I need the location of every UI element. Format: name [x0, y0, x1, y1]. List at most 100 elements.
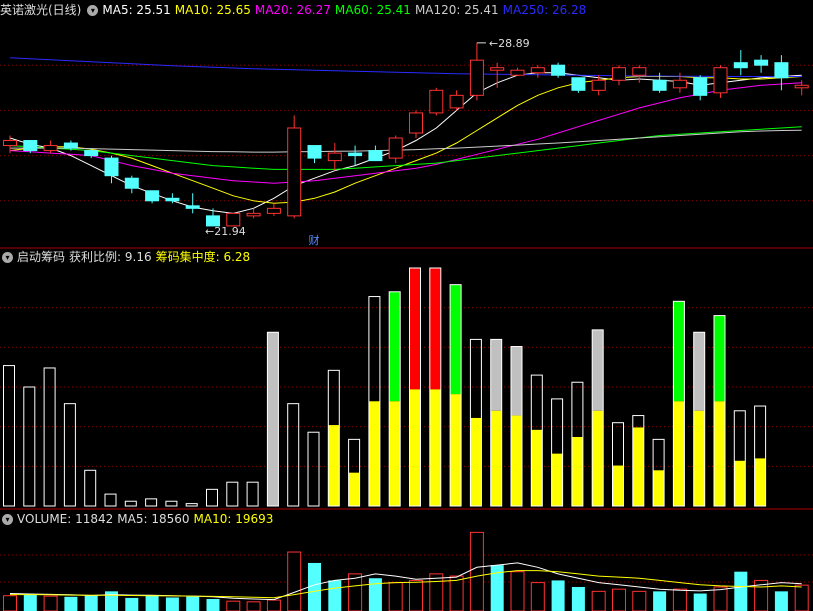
candle — [794, 84, 809, 89]
volume-bar-up — [794, 584, 809, 611]
stock-title: 英诺激光(日线) — [0, 3, 82, 17]
ma-line-ma20 — [9, 82, 802, 184]
candle — [429, 89, 444, 114]
chip-bar — [246, 481, 259, 507]
volume-bar-up — [469, 531, 484, 611]
chip-legend-group: 启动筹码 获利比例: 9.16 筹码集中度: 6.28 — [17, 250, 254, 264]
chip-bar — [84, 469, 97, 507]
volume-bar-down — [186, 596, 200, 611]
low-label: ←21.94 — [205, 225, 246, 238]
volume-bar-down — [23, 594, 37, 611]
candle — [266, 207, 281, 214]
ma-legend-item-1: MA10: 25.65 — [174, 3, 251, 17]
candle — [612, 67, 626, 81]
candle — [713, 67, 728, 94]
candle — [571, 77, 586, 91]
chip-bar — [104, 493, 117, 507]
chip-legend-item-1: 获利比例: 9.16 — [69, 250, 152, 264]
volume-legend: ▾ VOLUME: 11842 MA5: 18560 MA10: 19693 — [0, 509, 281, 529]
high-label: ←28.89 — [489, 37, 530, 50]
volume-bar-up — [632, 590, 647, 611]
chip-bar-yellow — [531, 429, 543, 506]
volume-bar-up — [612, 588, 626, 611]
candle — [774, 62, 789, 79]
candle — [3, 140, 17, 147]
volume-legend-item-2: MA10: 19693 — [193, 512, 274, 526]
volume-bar-down — [64, 596, 78, 611]
ma-line-ma250 — [9, 57, 802, 77]
volume-bar-up — [713, 586, 728, 611]
chip-bar-yellow — [490, 410, 502, 506]
candle — [490, 67, 505, 71]
candle — [43, 145, 58, 152]
chip-bar-yellow — [450, 394, 462, 506]
candle — [551, 64, 566, 76]
candle — [84, 150, 99, 157]
chip-bar-green — [673, 301, 685, 402]
volume-legend-item-0: VOLUME: 11842 — [17, 512, 114, 526]
chip-bar-green — [389, 291, 401, 402]
volume-bar-up — [287, 551, 302, 611]
volume-bar-down — [734, 571, 748, 611]
volume-bar-down — [328, 580, 342, 611]
candle — [23, 140, 38, 152]
candle — [124, 177, 139, 189]
volume-bar-down — [693, 593, 707, 611]
chip-bar — [206, 488, 218, 507]
chip-bar — [23, 386, 36, 507]
candle — [672, 79, 687, 89]
chip-bar — [43, 367, 56, 507]
chip-bar-red — [409, 268, 421, 390]
volume-bar-up — [672, 588, 687, 611]
volume-bar-down — [653, 591, 667, 611]
volume-bar-down — [165, 597, 179, 611]
candle — [185, 205, 200, 209]
candle — [165, 197, 180, 202]
volume-bar-up — [449, 575, 464, 611]
chip-bar-yellow — [571, 436, 583, 506]
chip-bar-yellow — [612, 465, 624, 506]
price-legend: 英诺激光(日线) ▾ MA5: 25.51 MA10: 25.65 MA20: 26.2… — [0, 0, 594, 20]
chevron-down-icon[interactable]: ▾ — [2, 514, 13, 525]
chip-bar — [124, 500, 137, 507]
volume-legend-group: VOLUME: 11842 MA5: 18560 MA10: 19693 — [17, 512, 277, 526]
chip-bar-yellow — [328, 425, 340, 506]
chip-bar-yellow — [734, 460, 746, 506]
chip-legend-item-2: 筹码集中度: 6.28 — [155, 250, 251, 264]
candle — [388, 137, 403, 159]
chevron-down-icon[interactable]: ▾ — [87, 5, 99, 16]
chip-bar-yellow — [368, 401, 380, 506]
chip-legend: ▾ 启动筹码 获利比例: 9.16 筹码集中度: 6.28 — [0, 247, 258, 267]
volume-bar-up — [429, 573, 444, 611]
chip-bar — [63, 403, 76, 507]
chevron-down-icon[interactable]: ▾ — [2, 252, 13, 263]
chip-bar — [185, 503, 198, 507]
volume-bar-up — [510, 571, 525, 611]
candle — [145, 190, 160, 202]
chip-bar — [145, 498, 158, 507]
volume-bar-down — [206, 598, 220, 611]
volume-bar-up — [348, 573, 363, 611]
candle — [348, 152, 363, 157]
candle — [510, 69, 525, 76]
chip-bar-yellow — [653, 470, 665, 506]
candle — [327, 152, 342, 162]
chip-bar-gray — [490, 339, 502, 411]
candle — [469, 59, 484, 96]
candle — [754, 59, 769, 66]
chip-bar-yellow — [693, 410, 705, 506]
chip-bar-yellow — [429, 389, 441, 506]
chip-legend-item-0: 启动筹码 — [17, 250, 66, 264]
chip-bar-yellow — [389, 401, 401, 506]
volume-bar-up — [409, 579, 423, 611]
volume-bar-up — [3, 595, 17, 611]
volume-bar-down — [551, 580, 565, 611]
chip-bar-yellow — [673, 401, 685, 506]
candle — [652, 79, 667, 91]
candle — [409, 112, 423, 134]
candle — [63, 142, 78, 149]
ma-line-ma60 — [9, 126, 802, 170]
chip-bar-yellow — [511, 415, 522, 506]
volume-legend-item-1: MA5: 18560 — [117, 512, 190, 526]
chip-bar-yellow — [592, 410, 604, 506]
